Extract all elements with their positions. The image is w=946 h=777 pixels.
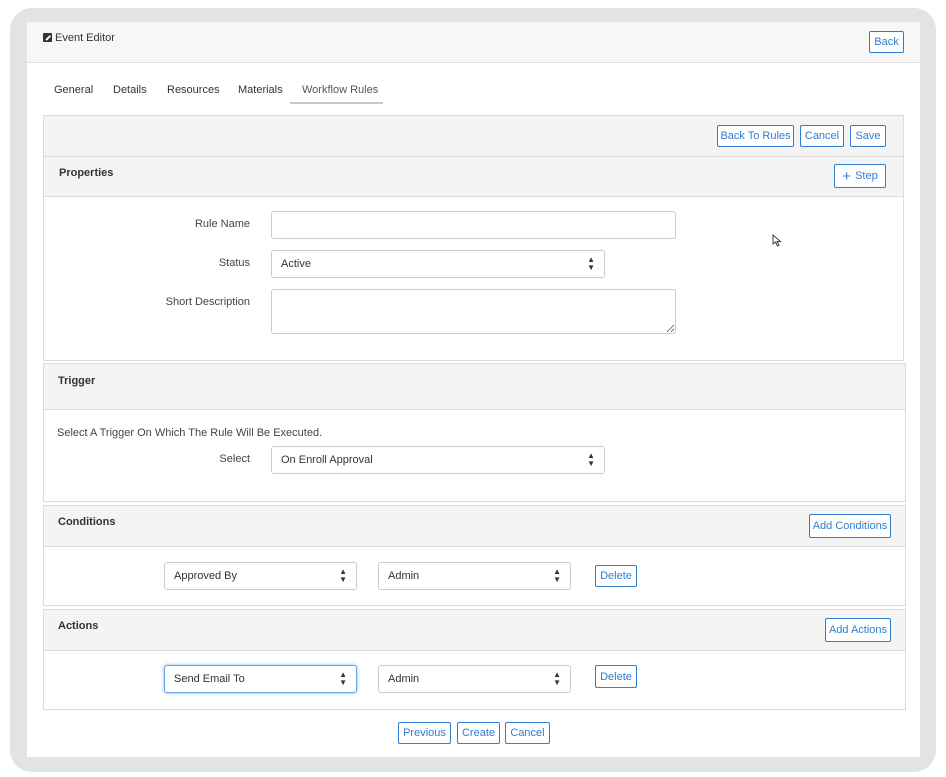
select-arrows-icon: ▲ ▼ (553, 670, 561, 687)
page-title-text: Event Editor (55, 32, 115, 44)
edit-icon (43, 33, 52, 42)
add-actions-button[interactable]: Add Actions (825, 618, 891, 642)
status-select[interactable]: Active ▲ ▼ (271, 250, 605, 278)
actions-title: Actions (58, 620, 99, 632)
editor-header (27, 22, 920, 63)
add-step-label: Step (855, 170, 878, 182)
trigger-select-value: On Enroll Approval (281, 454, 373, 466)
back-button[interactable]: Back (869, 31, 904, 53)
add-conditions-button[interactable]: Add Conditions (809, 514, 891, 538)
add-step-button[interactable]: + Step (834, 164, 886, 188)
tab-details[interactable]: Details (113, 84, 147, 96)
trigger-select-label: Select (219, 453, 250, 465)
create-button[interactable]: Create (457, 722, 500, 744)
action-field-value: Send Email To (174, 673, 245, 685)
conditions-title: Conditions (58, 516, 116, 528)
plus-icon: + (842, 167, 852, 185)
action-operand-value: Admin (388, 673, 420, 685)
actions-header (44, 610, 905, 651)
select-arrows-icon: ▲ ▼ (587, 255, 595, 272)
rule-name-label: Rule Name (194, 218, 250, 230)
properties-title: Properties (59, 167, 114, 179)
status-label: Status (218, 257, 250, 269)
active-tab-underline (290, 102, 383, 104)
condition-field-select[interactable]: Approved By ▲ ▼ (164, 562, 357, 590)
tab-workflow-rules[interactable]: Workflow Rules (302, 84, 378, 96)
trigger-title: Trigger (58, 375, 96, 387)
action-delete-button[interactable]: Delete (595, 665, 637, 688)
toolbar-save-button[interactable]: Save (850, 125, 886, 147)
tab-resources[interactable]: Resources (167, 84, 220, 96)
mouse-pointer-icon (772, 234, 782, 247)
action-field-select[interactable]: Send Email To ▲ ▼ (164, 665, 357, 693)
select-arrows-icon: ▲ ▼ (587, 451, 595, 468)
properties-header (44, 157, 903, 197)
page-title: Event Editor (43, 32, 115, 44)
short-description-textarea[interactable] (271, 289, 676, 334)
footer-cancel-button[interactable]: Cancel (505, 722, 550, 744)
select-arrows-icon: ▲ ▼ (339, 567, 347, 584)
trigger-header (44, 364, 905, 410)
toolbar-cancel-button[interactable]: Cancel (800, 125, 844, 147)
action-operand-select[interactable]: Admin ▲ ▼ (378, 665, 571, 693)
tab-general[interactable]: General (54, 84, 93, 96)
short-description-label: Short Description (165, 296, 250, 308)
status-select-value: Active (281, 258, 311, 270)
rule-name-input[interactable] (271, 211, 676, 239)
conditions-header (44, 506, 905, 547)
trigger-hint: Select A Trigger On Which The Rule Will … (57, 427, 323, 439)
select-arrows-icon: ▲ ▼ (553, 567, 561, 584)
tab-materials[interactable]: Materials (238, 84, 283, 96)
back-to-rules-button[interactable]: Back To Rules (717, 125, 794, 147)
condition-operand-value: Admin (388, 570, 420, 582)
select-arrows-icon: ▲ ▼ (339, 670, 347, 687)
condition-operand-select[interactable]: Admin ▲ ▼ (378, 562, 571, 590)
previous-button[interactable]: Previous (398, 722, 451, 744)
condition-delete-button[interactable]: Delete (595, 565, 637, 587)
condition-field-value: Approved By (174, 570, 237, 582)
trigger-select[interactable]: On Enroll Approval ▲ ▼ (271, 446, 605, 474)
